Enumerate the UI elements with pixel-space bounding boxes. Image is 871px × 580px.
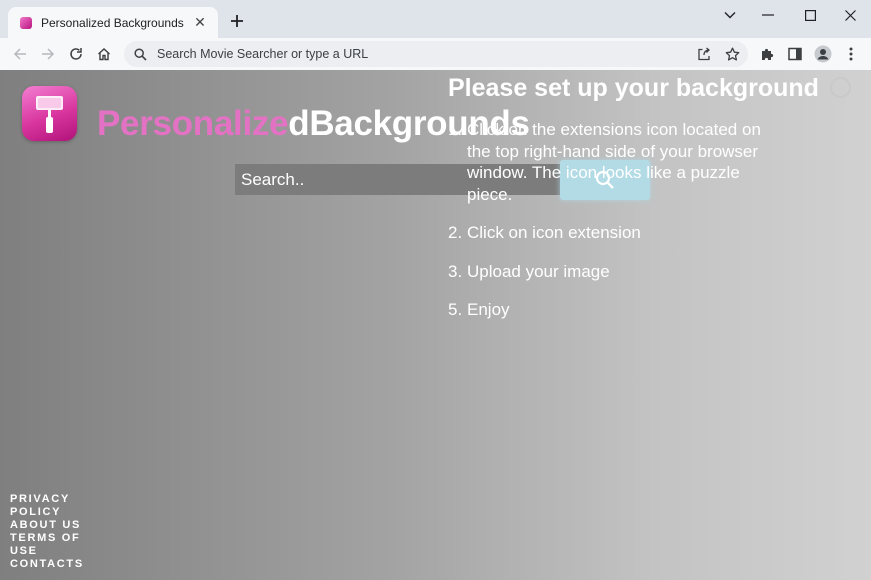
star-icon [725, 47, 739, 61]
paint-roller-icon [36, 96, 63, 133]
puzzle-icon [761, 48, 773, 60]
home-icon [98, 48, 110, 61]
profile-icon [814, 45, 832, 63]
close-window-button[interactable] [833, 4, 867, 26]
browser-tab[interactable]: Personalized Backgrounds ✕ [8, 7, 218, 38]
brand-title-part1: Personalize [97, 104, 289, 143]
step-number: 2. [448, 223, 463, 242]
tab-search-button[interactable] [713, 4, 747, 26]
close-icon [844, 9, 856, 21]
more-vert-icon [849, 47, 853, 61]
privacy-policy-link[interactable]: PRIVACY POLICY [10, 493, 90, 519]
tab-close-icon[interactable]: ✕ [192, 14, 208, 31]
new-tab-button[interactable] [228, 12, 246, 30]
address-bar-placeholder: Search Movie Searcher or type a URL [157, 47, 369, 61]
step-number: 1. [448, 120, 463, 139]
address-bar[interactable]: Search Movie Searcher or type a URL [124, 41, 748, 67]
step-text: Upload your image [467, 261, 610, 281]
side-panel-button[interactable] [784, 43, 806, 65]
browser-toolbar: Search Movie Searcher or type a URL [0, 38, 871, 70]
about-us-link[interactable]: ABOUT US [10, 519, 90, 532]
step-text: Enjoy [467, 300, 510, 319]
title-bar: Personalized Backgrounds ✕ [0, 0, 871, 38]
tab-title: Personalized Backgrounds [41, 15, 184, 30]
setup-step: 1. Click on the extensions icon located o… [448, 119, 828, 205]
share-button[interactable] [693, 43, 715, 65]
spinner-icon [830, 77, 851, 98]
reload-button[interactable] [65, 43, 87, 65]
back-button[interactable] [9, 43, 31, 65]
forward-arrow-icon [42, 48, 55, 60]
setup-steps: 1. Click on the extensions icon located o… [448, 119, 828, 321]
forward-button[interactable] [37, 43, 59, 65]
side-panel-icon [788, 47, 802, 61]
plus-icon [231, 15, 243, 27]
favicon-icon [20, 16, 32, 29]
step-text: Click on the extensions icon located on … [467, 120, 761, 204]
footer-links: PRIVACY POLICY ABOUT US TERMS OF USE CON… [10, 493, 90, 571]
extensions-button[interactable] [756, 43, 778, 65]
setup-instructions: Please set up your background 1. Click on… [448, 74, 828, 338]
reload-icon [70, 48, 82, 60]
profile-button[interactable] [812, 43, 834, 65]
step-number: 3. [448, 261, 463, 281]
back-arrow-icon [13, 48, 26, 60]
bookmark-button[interactable] [721, 43, 743, 65]
search-icon [134, 47, 147, 61]
step-text: Click on icon extension [467, 223, 641, 242]
terms-of-use-link[interactable]: TERMS OF USE [10, 532, 90, 558]
maximize-icon [804, 9, 816, 21]
contacts-link[interactable]: CONTACTS [10, 558, 90, 571]
setup-step: 2. Click on icon extension [448, 222, 828, 244]
home-button[interactable] [93, 43, 115, 65]
step-number: 5. [448, 300, 463, 319]
menu-button[interactable] [840, 43, 862, 65]
minimize-button[interactable] [751, 4, 785, 26]
page-content: PersonalizedBackgrounds Please set up yo… [0, 70, 871, 580]
setup-title: Please set up your background [448, 74, 819, 102]
setup-step: 3. Upload your image [448, 261, 828, 283]
maximize-button[interactable] [793, 4, 827, 26]
setup-step: 5. Enjoy [448, 299, 828, 321]
chevron-down-icon [724, 12, 736, 19]
share-icon [698, 47, 710, 61]
minimize-icon [762, 14, 774, 16]
logo-icon [22, 86, 77, 141]
